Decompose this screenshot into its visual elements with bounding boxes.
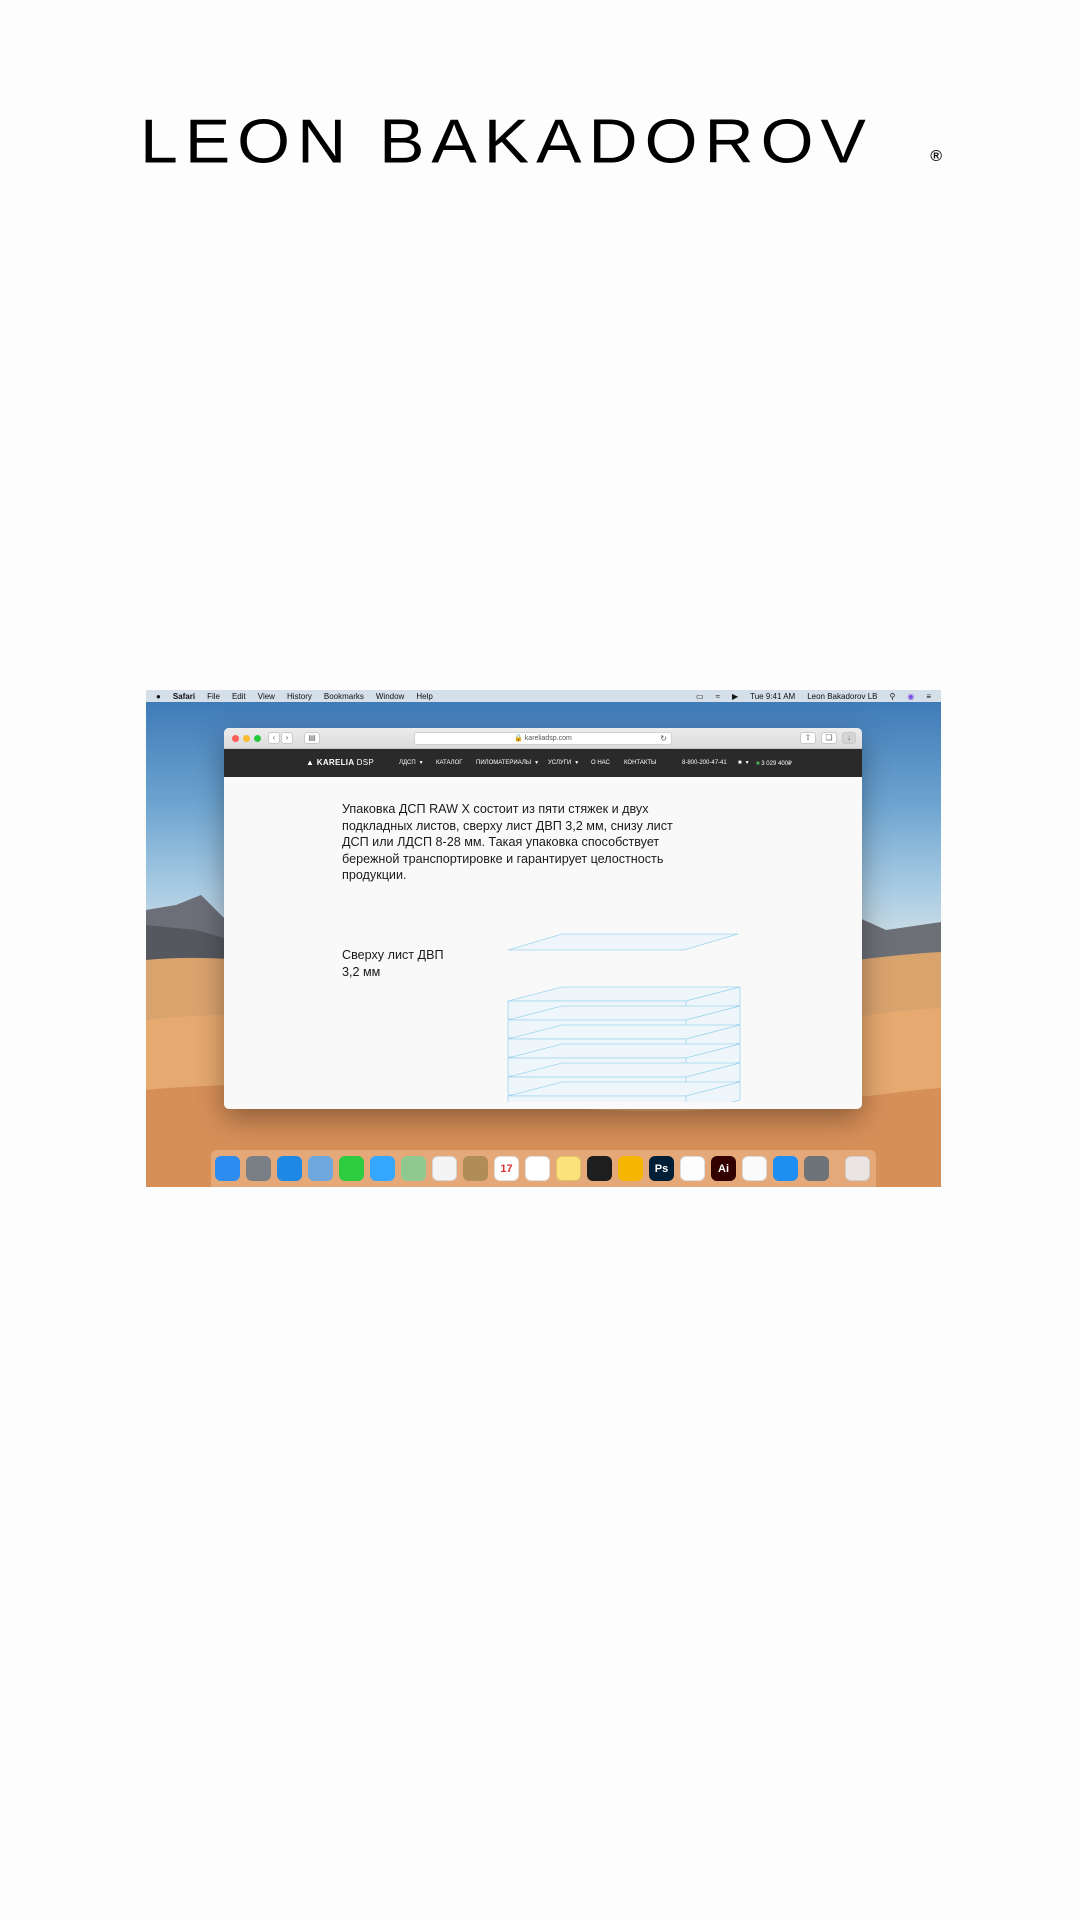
menu-help[interactable]: Help: [416, 692, 432, 701]
photoshop-icon[interactable]: Ps: [649, 1156, 674, 1181]
figma-icon[interactable]: [587, 1156, 612, 1181]
brand-header: LEON BAKADOROV ®: [140, 106, 942, 177]
reload-icon[interactable]: ↻: [660, 733, 667, 745]
dock: 17 Ps Ai: [211, 1150, 876, 1187]
calendar-icon[interactable]: 17: [494, 1156, 519, 1181]
illustrator-icon[interactable]: Ai: [711, 1156, 736, 1181]
messages-icon[interactable]: [370, 1156, 395, 1181]
nav-services[interactable]: УСЛУГИ ▼: [548, 760, 579, 766]
download-icon[interactable]: ↓: [842, 732, 856, 744]
top-sheet-label: Сверху лист ДВП 3,2 мм: [342, 948, 444, 979]
launchpad-icon[interactable]: [246, 1156, 271, 1181]
close-window-button[interactable]: [232, 735, 239, 742]
nav-ldsp-label: ЛДСП: [399, 760, 416, 766]
tabs-icon[interactable]: ❏: [821, 732, 837, 744]
wifi-icon[interactable]: ≈: [716, 692, 720, 701]
nav-contacts[interactable]: КОНТАКТЫ: [624, 760, 656, 766]
chevron-down-icon: ▼: [418, 760, 424, 766]
preview-icon[interactable]: [308, 1156, 333, 1181]
menu-file[interactable]: File: [207, 692, 220, 701]
site-logo-text: KARELIA: [316, 758, 355, 767]
safari-icon[interactable]: [277, 1156, 302, 1181]
site-logo[interactable]: ▲ KARELIA DSP: [306, 758, 374, 767]
apple-icon[interactable]: ●: [156, 692, 161, 701]
share-icon[interactable]: ⇧: [800, 732, 816, 744]
top-sheet-layer: [507, 933, 739, 951]
nav-ldsp[interactable]: ЛДСП ▼: [399, 760, 424, 766]
site-navbar: ▲ KARELIA DSP ЛДСП ▼ КАТАЛОГ ПИЛОМАТЕРИАЛ…: [224, 749, 862, 777]
reminders-icon[interactable]: [525, 1156, 550, 1181]
menu-history[interactable]: History: [287, 692, 312, 701]
finder-icon[interactable]: [215, 1156, 240, 1181]
mac-menubar: ● Safari File Edit View History Bookmark…: [146, 690, 941, 702]
menu-bookmarks[interactable]: Bookmarks: [324, 692, 364, 701]
menu-app-name[interactable]: Safari: [173, 692, 195, 701]
facetime-icon[interactable]: [339, 1156, 364, 1181]
system-preferences-icon[interactable]: [804, 1156, 829, 1181]
search-icon[interactable]: ⚲: [889, 692, 895, 701]
chevron-down-icon: ▼: [534, 760, 540, 766]
notes-icon[interactable]: [556, 1156, 581, 1181]
cart[interactable]: ■ 3 029 400₽: [756, 760, 792, 767]
nav-lumber[interactable]: ПИЛОМАТЕРИАЛЫ ▼: [476, 760, 539, 766]
registered-mark: ®: [930, 148, 942, 165]
forward-icon[interactable]: ›: [281, 732, 293, 744]
product-description: Упаковка ДСП RAW X состоит из пяти стяже…: [342, 802, 673, 882]
zoom-window-button[interactable]: [254, 735, 261, 742]
trash-icon[interactable]: [845, 1156, 870, 1181]
package-layers-illustration: [507, 933, 741, 1102]
nav-about[interactable]: О НАС: [591, 760, 610, 766]
site-logo-suffix: DSP: [356, 758, 374, 767]
numbers-icon[interactable]: [742, 1156, 767, 1181]
cart-icon: ■: [756, 761, 760, 767]
contacts-icon[interactable]: [463, 1156, 488, 1181]
siri-icon[interactable]: ◉: [907, 692, 914, 701]
itunes-icon[interactable]: [680, 1156, 705, 1181]
menu-window[interactable]: Window: [376, 692, 404, 701]
photos-icon[interactable]: [432, 1156, 457, 1181]
page-content: Упаковка ДСП RAW X состоит из пяти стяже…: [224, 777, 862, 1109]
phone-number[interactable]: 8-800-200-47-41: [682, 760, 727, 766]
airplay-icon[interactable]: ▭: [696, 692, 704, 701]
sidebar-icon[interactable]: ▤: [304, 732, 320, 744]
menu-edit[interactable]: Edit: [232, 692, 246, 701]
nav-lumber-label: ПИЛОМАТЕРИАЛЫ: [476, 760, 532, 766]
lock-icon: 🔒: [514, 735, 523, 742]
address-bar-url: kareliadsp.com: [524, 735, 572, 742]
address-bar[interactable]: 🔒 kareliadsp.com ↻: [414, 732, 672, 745]
user-menu[interactable]: Leon Bakadorov LB: [807, 692, 877, 701]
bear-logo-icon: ▲: [306, 758, 315, 767]
chevron-down-icon: ▼: [574, 760, 580, 766]
nav-services-label: УСЛУГИ: [548, 760, 572, 766]
app-store-icon[interactable]: [773, 1156, 798, 1181]
back-icon[interactable]: ‹: [268, 732, 280, 744]
safari-window: ‹ › ▤ 🔒 kareliadsp.com ↻ ⇧ ❏ ↓ ▲ KARELIA…: [224, 728, 862, 1109]
stack-layers: [507, 986, 741, 1102]
maps-icon[interactable]: [401, 1156, 426, 1181]
minimize-window-button[interactable]: [243, 735, 250, 742]
cart-total: 3 029 400₽: [761, 761, 792, 767]
brand-name: LEON BAKADOROV: [140, 106, 873, 177]
menu-view[interactable]: View: [258, 692, 275, 701]
desktop-screenshot: ● Safari File Edit View History Bookmark…: [146, 690, 941, 1187]
notification-center-icon[interactable]: ≡: [926, 692, 931, 701]
clock[interactable]: Tue 9:41 AM: [750, 692, 795, 701]
sketch-icon[interactable]: [618, 1156, 643, 1181]
volume-icon[interactable]: ▶: [732, 692, 738, 701]
browser-toolbar: ‹ › ▤ 🔒 kareliadsp.com ↻ ⇧ ❏ ↓: [224, 728, 862, 749]
language-flag-icon[interactable]: ■ ▼: [738, 760, 750, 766]
nav-catalog[interactable]: КАТАЛОГ: [436, 760, 462, 766]
